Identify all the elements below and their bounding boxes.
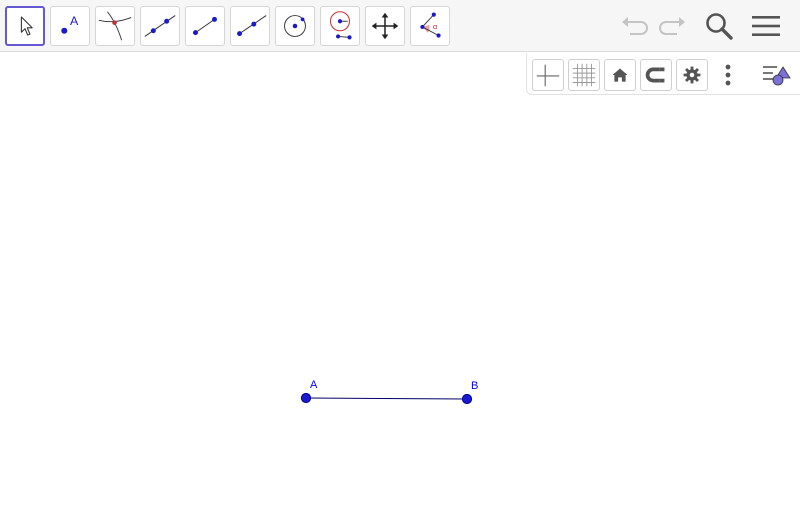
point-tool-button[interactable]: A bbox=[50, 6, 90, 46]
point-icon: A bbox=[61, 14, 79, 34]
point-capturing-button[interactable] bbox=[640, 59, 672, 91]
search-button[interactable] bbox=[701, 8, 737, 44]
undo-button[interactable] bbox=[617, 8, 653, 44]
point-b-label: B bbox=[471, 380, 478, 392]
cursor-arrow-icon bbox=[20, 16, 33, 36]
more-options-button[interactable] bbox=[712, 59, 744, 91]
settings-icon bbox=[683, 66, 701, 84]
point-tool-label: A bbox=[70, 14, 79, 28]
standard-view-button[interactable] bbox=[604, 59, 636, 91]
axes-icon bbox=[536, 64, 560, 87]
segment-icon bbox=[193, 16, 217, 36]
toolbar: A α bbox=[0, 0, 800, 52]
point-a-label: A bbox=[310, 379, 318, 391]
search-icon bbox=[706, 13, 733, 40]
undo-icon bbox=[622, 17, 648, 35]
circle-center-icon bbox=[284, 15, 306, 37]
intersect-icon bbox=[98, 11, 132, 41]
line-tool-button[interactable] bbox=[140, 6, 180, 46]
line-icon bbox=[144, 15, 176, 37]
snap-icon bbox=[645, 67, 665, 83]
point-b[interactable] bbox=[461, 393, 473, 405]
angle-tool-label: α bbox=[433, 22, 438, 31]
redo-button[interactable] bbox=[654, 8, 690, 44]
grid-icon bbox=[572, 63, 596, 87]
home-icon bbox=[612, 68, 628, 82]
toggle-axes-button[interactable] bbox=[532, 59, 564, 91]
algebra-view-icon bbox=[763, 66, 791, 86]
menu-button[interactable] bbox=[748, 8, 784, 44]
angle-icon: α bbox=[420, 12, 441, 38]
graphics-view[interactable]: A B bbox=[0, 53, 800, 500]
move-graphics-icon bbox=[371, 12, 399, 40]
circle-tool-button[interactable] bbox=[275, 6, 315, 46]
segment-tool-button[interactable] bbox=[185, 6, 225, 46]
intersect-tool-button[interactable] bbox=[95, 6, 135, 46]
point-a[interactable] bbox=[300, 392, 312, 404]
move-view-tool-button[interactable] bbox=[365, 6, 405, 46]
ray-icon bbox=[237, 15, 267, 37]
menu-icon bbox=[752, 16, 780, 36]
graphics-style-bar bbox=[526, 53, 800, 95]
toggle-algebra-view-button[interactable] bbox=[760, 59, 792, 91]
angle-tool-button[interactable]: α bbox=[410, 6, 450, 46]
toggle-grid-button[interactable] bbox=[568, 59, 600, 91]
move-tool-button[interactable] bbox=[5, 6, 45, 46]
compass-tool-button[interactable] bbox=[320, 6, 360, 46]
ray-tool-button[interactable] bbox=[230, 6, 270, 46]
settings-button[interactable] bbox=[676, 59, 708, 91]
redo-icon bbox=[659, 17, 685, 35]
compass-icon bbox=[329, 11, 352, 40]
segment-ab[interactable] bbox=[305, 397, 468, 400]
more-icon bbox=[725, 64, 731, 86]
